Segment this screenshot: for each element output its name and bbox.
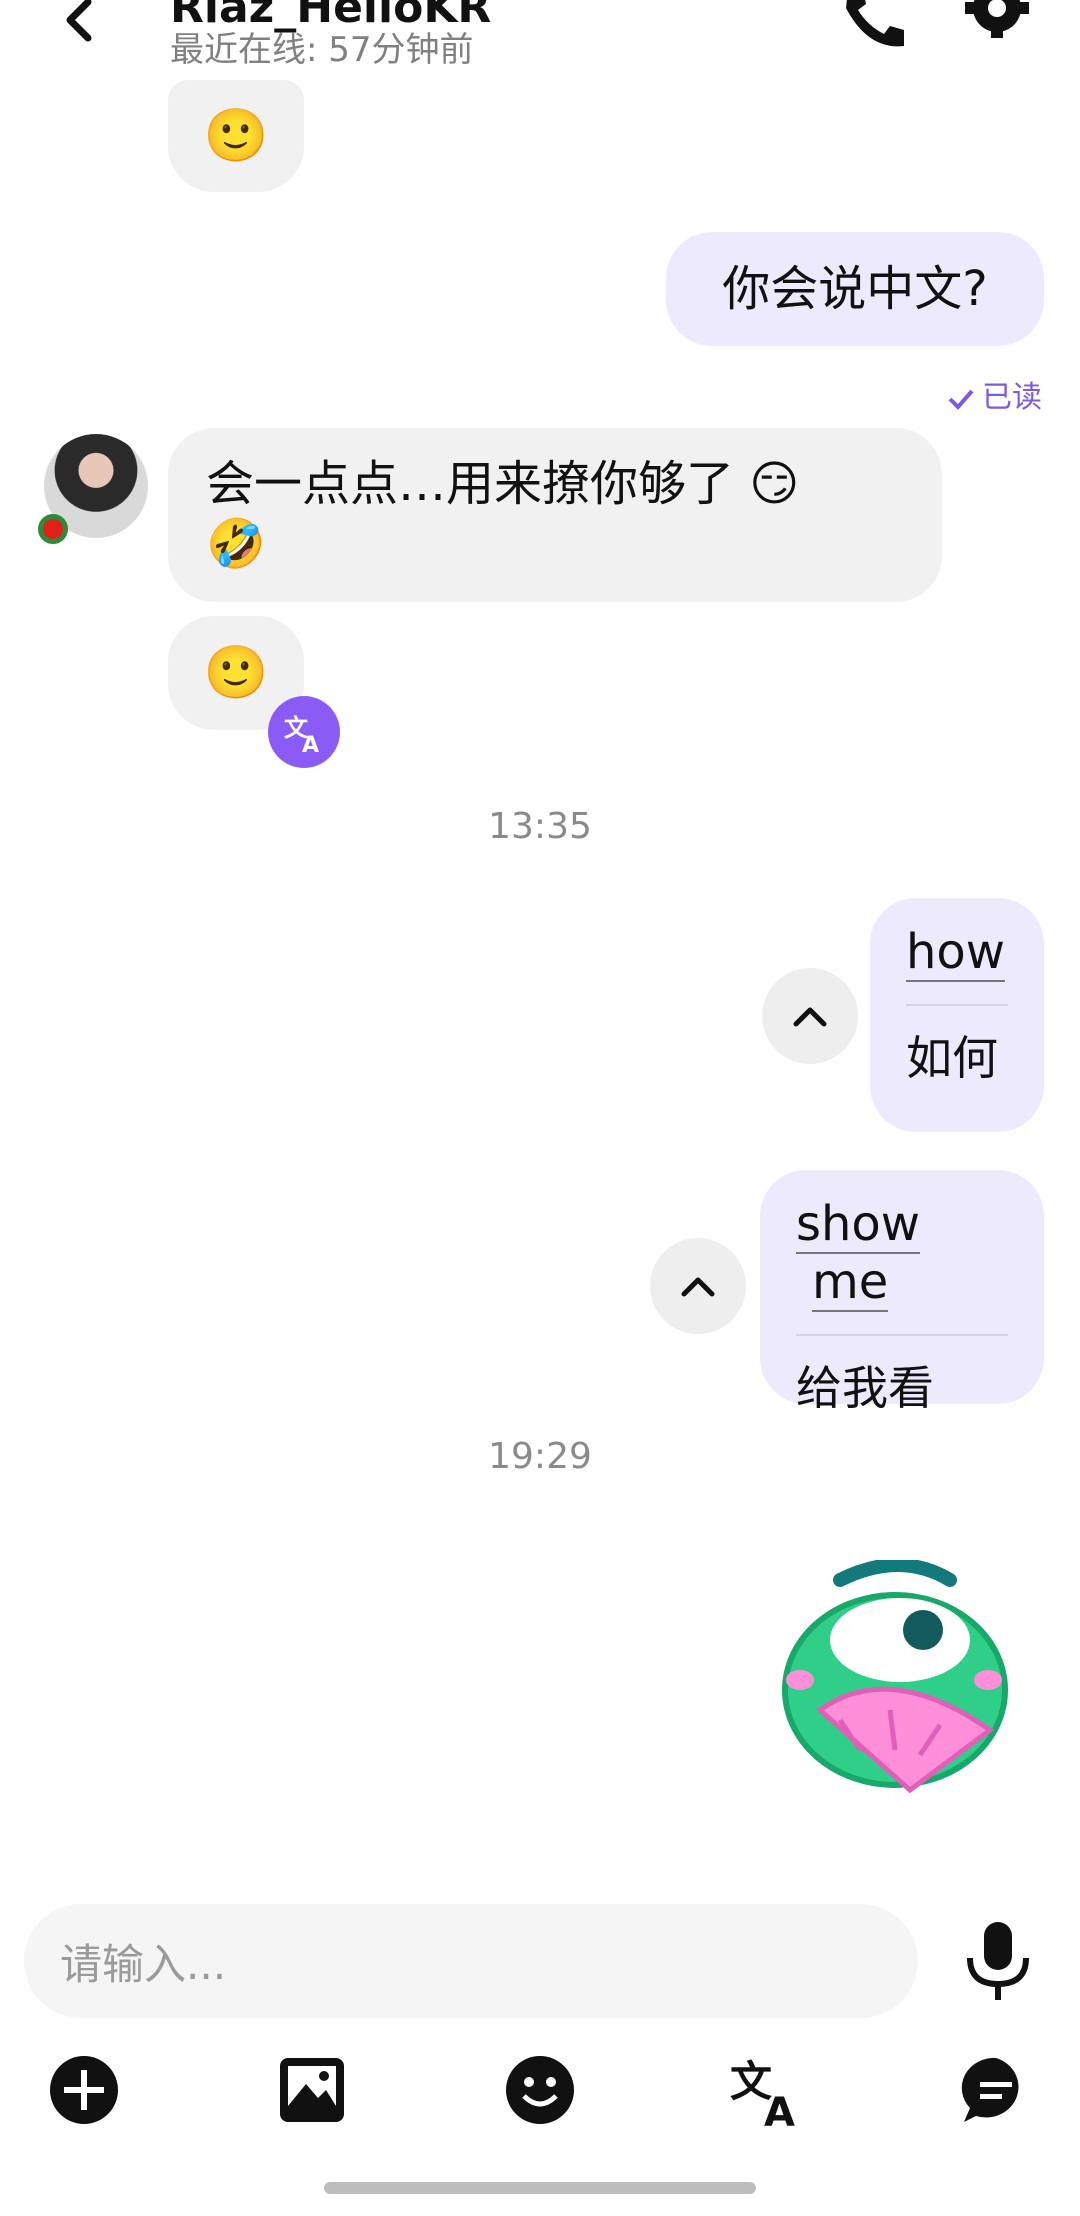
outgoing-message[interactable]: how 如何 <box>870 898 1044 1132</box>
translated-word[interactable]: me <box>812 1254 889 1312</box>
translated-word[interactable]: show <box>796 1196 921 1254</box>
sticker[interactable] <box>780 1558 1020 1800</box>
outgoing-message[interactable]: show me 给我看 <box>760 1170 1044 1415</box>
check-icon <box>948 389 974 410</box>
online-status-indicator <box>38 514 68 544</box>
chevron-up-icon <box>793 1007 827 1027</box>
last-seen-status: 最近在线: 57分钟前 <box>170 30 474 70</box>
message-text: 你会说中文? <box>722 261 988 317</box>
microphone-icon[interactable] <box>960 1922 1036 2002</box>
emoji-icon[interactable] <box>500 2050 580 2130</box>
phone-icon[interactable] <box>838 0 908 50</box>
message-input-placeholder: 请输入... <box>60 1939 227 1989</box>
translate-icon[interactable]: 文 A <box>268 696 340 768</box>
chevron-up-icon <box>681 1277 715 1297</box>
home-indicator[interactable] <box>324 2182 756 2194</box>
message-text: 会一点点…用来撩你够了 😏 <box>206 456 800 512</box>
read-receipt: 已读 <box>946 372 1042 416</box>
chat-icon[interactable] <box>956 2050 1036 2130</box>
translation-text: 给我看 <box>796 1361 934 1415</box>
translation-text: 如何 <box>906 1031 998 1085</box>
incoming-message[interactable]: 🙂 <box>168 80 304 192</box>
timestamp: 19:29 <box>488 1436 592 1477</box>
message-emoji: 🙂 <box>203 106 269 166</box>
message-text: 🤣 <box>206 516 266 572</box>
svg-text:A: A <box>764 2090 795 2130</box>
add-icon[interactable] <box>44 2050 124 2130</box>
translate-tool-icon[interactable]: 文A <box>728 2050 808 2136</box>
translated-word[interactable]: how <box>906 924 1006 982</box>
read-receipt-label: 已读 <box>982 380 1042 415</box>
outgoing-message[interactable]: 你会说中文? <box>666 232 1044 346</box>
collapse-button[interactable] <box>762 968 858 1064</box>
timestamp: 13:35 <box>488 806 592 847</box>
incoming-message[interactable]: 会一点点…用来撩你够了 😏 🤣 <box>168 428 942 602</box>
collapse-button[interactable] <box>650 1238 746 1334</box>
image-icon[interactable] <box>272 2050 352 2130</box>
gear-icon[interactable] <box>962 0 1032 50</box>
divider <box>796 1334 1008 1336</box>
svg-text:A: A <box>302 733 319 754</box>
message-emoji: 🙂 <box>203 643 269 703</box>
divider <box>906 1004 1008 1006</box>
message-input[interactable]: 请输入... <box>24 1904 918 2018</box>
back-icon[interactable] <box>58 0 102 44</box>
